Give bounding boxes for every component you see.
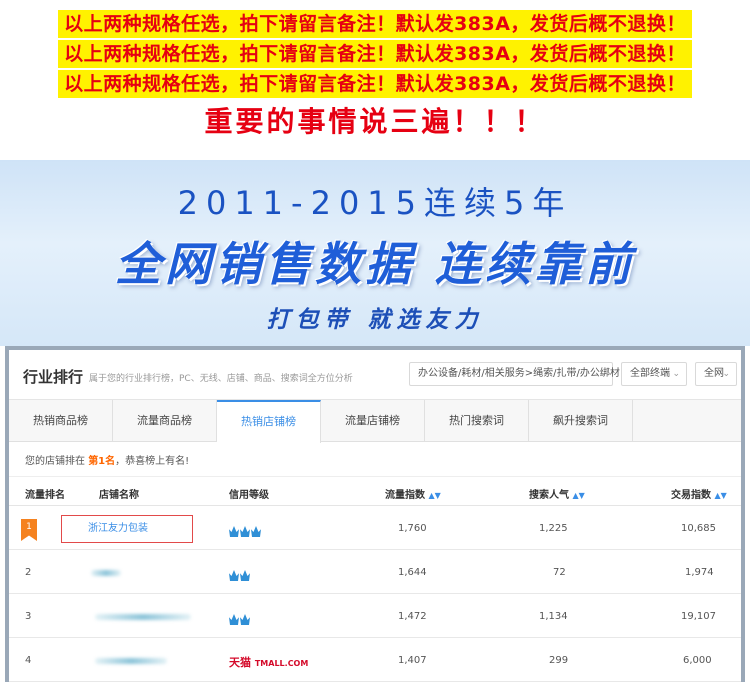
shop-name-link[interactable]: 浙江友力包装 <box>61 515 193 543</box>
col-search[interactable]: 搜索人气 ▲▼ <box>529 486 585 501</box>
category-select[interactable]: 办公设备/耗材/相关服务>绳索/扎带/办公绑材 ⌄ <box>409 362 620 386</box>
rank-info: 您的店铺排在 第1名，恭喜榜上有名! <box>25 456 190 467</box>
traffic-index: 1,760 <box>398 523 427 534</box>
promo-banner: 2011-2015连续5年 全网销售数据 连续靠前 打包带 就选友力 <box>0 160 750 346</box>
rank-number: 3 <box>25 611 32 622</box>
rank-highlight: 第1名 <box>88 456 116 467</box>
notice-section: 以上两种规格任选，拍下请留言备注！默认发383A，发货后概不退换！ 以上两种规格… <box>0 0 750 160</box>
trade-index: 1,974 <box>685 567 714 578</box>
sort-icon: ▲▼ <box>572 491 585 500</box>
blurred-shop-name <box>95 614 191 620</box>
notice-line-3: 以上两种规格任选，拍下请留言备注！默认发383A，发货后概不退换！ <box>0 70 750 98</box>
ranking-tabs: 热销商品榜 流量商品榜 热销店铺榜 流量店铺榜 热门搜索词 飙升搜索词 <box>9 400 741 443</box>
trade-index: 10,685 <box>681 523 716 534</box>
traffic-index: 1,407 <box>398 655 427 666</box>
search-popularity: 72 <box>553 567 566 578</box>
tmall-logo: 天猫 TMALL.COM <box>229 656 309 669</box>
banner-years: 2011-2015连续5年 <box>177 184 573 222</box>
terminal-select[interactable]: 全部终端 ⌄ <box>621 362 687 386</box>
tab-hot-products[interactable]: 热销商品榜 <box>9 400 113 442</box>
tab-rising-keywords[interactable]: 飙升搜索词 <box>529 400 633 442</box>
col-credit: 信用等级 <box>229 490 269 501</box>
banner-headline: 全网销售数据 连续靠前 <box>114 237 635 291</box>
col-traffic[interactable]: 流量指数 ▲▼ <box>385 486 441 501</box>
sort-icon: ▲▼ <box>428 491 441 500</box>
table-row[interactable]: 1 浙江友力包装 1,760 1,225 10,685 <box>9 507 741 550</box>
panel-title: 行业排行 <box>23 368 84 386</box>
rank-number: 2 <box>25 567 32 578</box>
traffic-index: 1,472 <box>398 611 427 622</box>
tab-hot-shops[interactable]: 热销店铺榜 <box>217 400 321 443</box>
search-popularity: 1,134 <box>539 611 568 622</box>
notice-important: 重要的事情说三遍！！！ <box>204 105 546 138</box>
tab-hot-keywords[interactable]: 热门搜索词 <box>425 400 529 442</box>
table-row[interactable]: 3 1,472 1,134 19,107 <box>9 595 741 638</box>
table-row[interactable]: 4 天猫 TMALL.COM 1,407 299 6,000 <box>9 639 741 682</box>
crown-icon <box>229 522 262 537</box>
tab-traffic-shops[interactable]: 流量店铺榜 <box>321 400 425 442</box>
scope-select[interactable]: 全网 ⌄ <box>695 362 737 386</box>
rank-number: 4 <box>25 655 32 666</box>
industry-ranking-panel: 行业排行 属于您的行业排行榜，PC、无线、店铺、商品、搜索词全方位分析 办公设备… <box>5 346 745 682</box>
col-shop: 店铺名称 <box>99 490 139 501</box>
notice-line-1: 以上两种规格任选，拍下请留言备注！默认发383A，发货后概不退换！ <box>0 10 750 38</box>
rank-badge: 1 <box>21 519 37 541</box>
tab-traffic-products[interactable]: 流量商品榜 <box>113 400 217 442</box>
chevron-down-icon: ⌄ <box>672 369 680 379</box>
search-popularity: 299 <box>549 655 569 666</box>
chevron-down-icon: ⌄ <box>598 369 606 379</box>
sort-icon: ▲▼ <box>714 491 727 500</box>
blurred-shop-name <box>91 570 121 576</box>
trade-index: 19,107 <box>681 611 716 622</box>
trade-index: 6,000 <box>683 655 712 666</box>
crown-icon <box>229 610 251 625</box>
chevron-down-icon: ⌄ <box>722 369 730 379</box>
banner-slogan: 打包带 就选友力 <box>266 307 484 333</box>
col-trade[interactable]: 交易指数 ▲▼ <box>671 486 727 501</box>
crown-icon <box>229 566 251 581</box>
blurred-shop-name <box>95 658 167 664</box>
panel-description: 属于您的行业排行榜，PC、无线、店铺、商品、搜索词全方位分析 <box>89 374 353 384</box>
col-rank: 流量排名 <box>25 490 65 501</box>
table-header: 流量排名 店铺名称 信用等级 流量指数 ▲▼ 搜索人气 ▲▼ 交易指数 ▲▼ <box>9 476 741 506</box>
notice-line-2: 以上两种规格任选，拍下请留言备注！默认发383A，发货后概不退换！ <box>0 40 750 68</box>
search-popularity: 1,225 <box>539 523 568 534</box>
traffic-index: 1,644 <box>398 567 427 578</box>
table-row[interactable]: 2 1,644 72 1,974 <box>9 551 741 594</box>
panel-header: 行业排行 属于您的行业排行榜，PC、无线、店铺、商品、搜索词全方位分析 办公设备… <box>9 350 741 400</box>
